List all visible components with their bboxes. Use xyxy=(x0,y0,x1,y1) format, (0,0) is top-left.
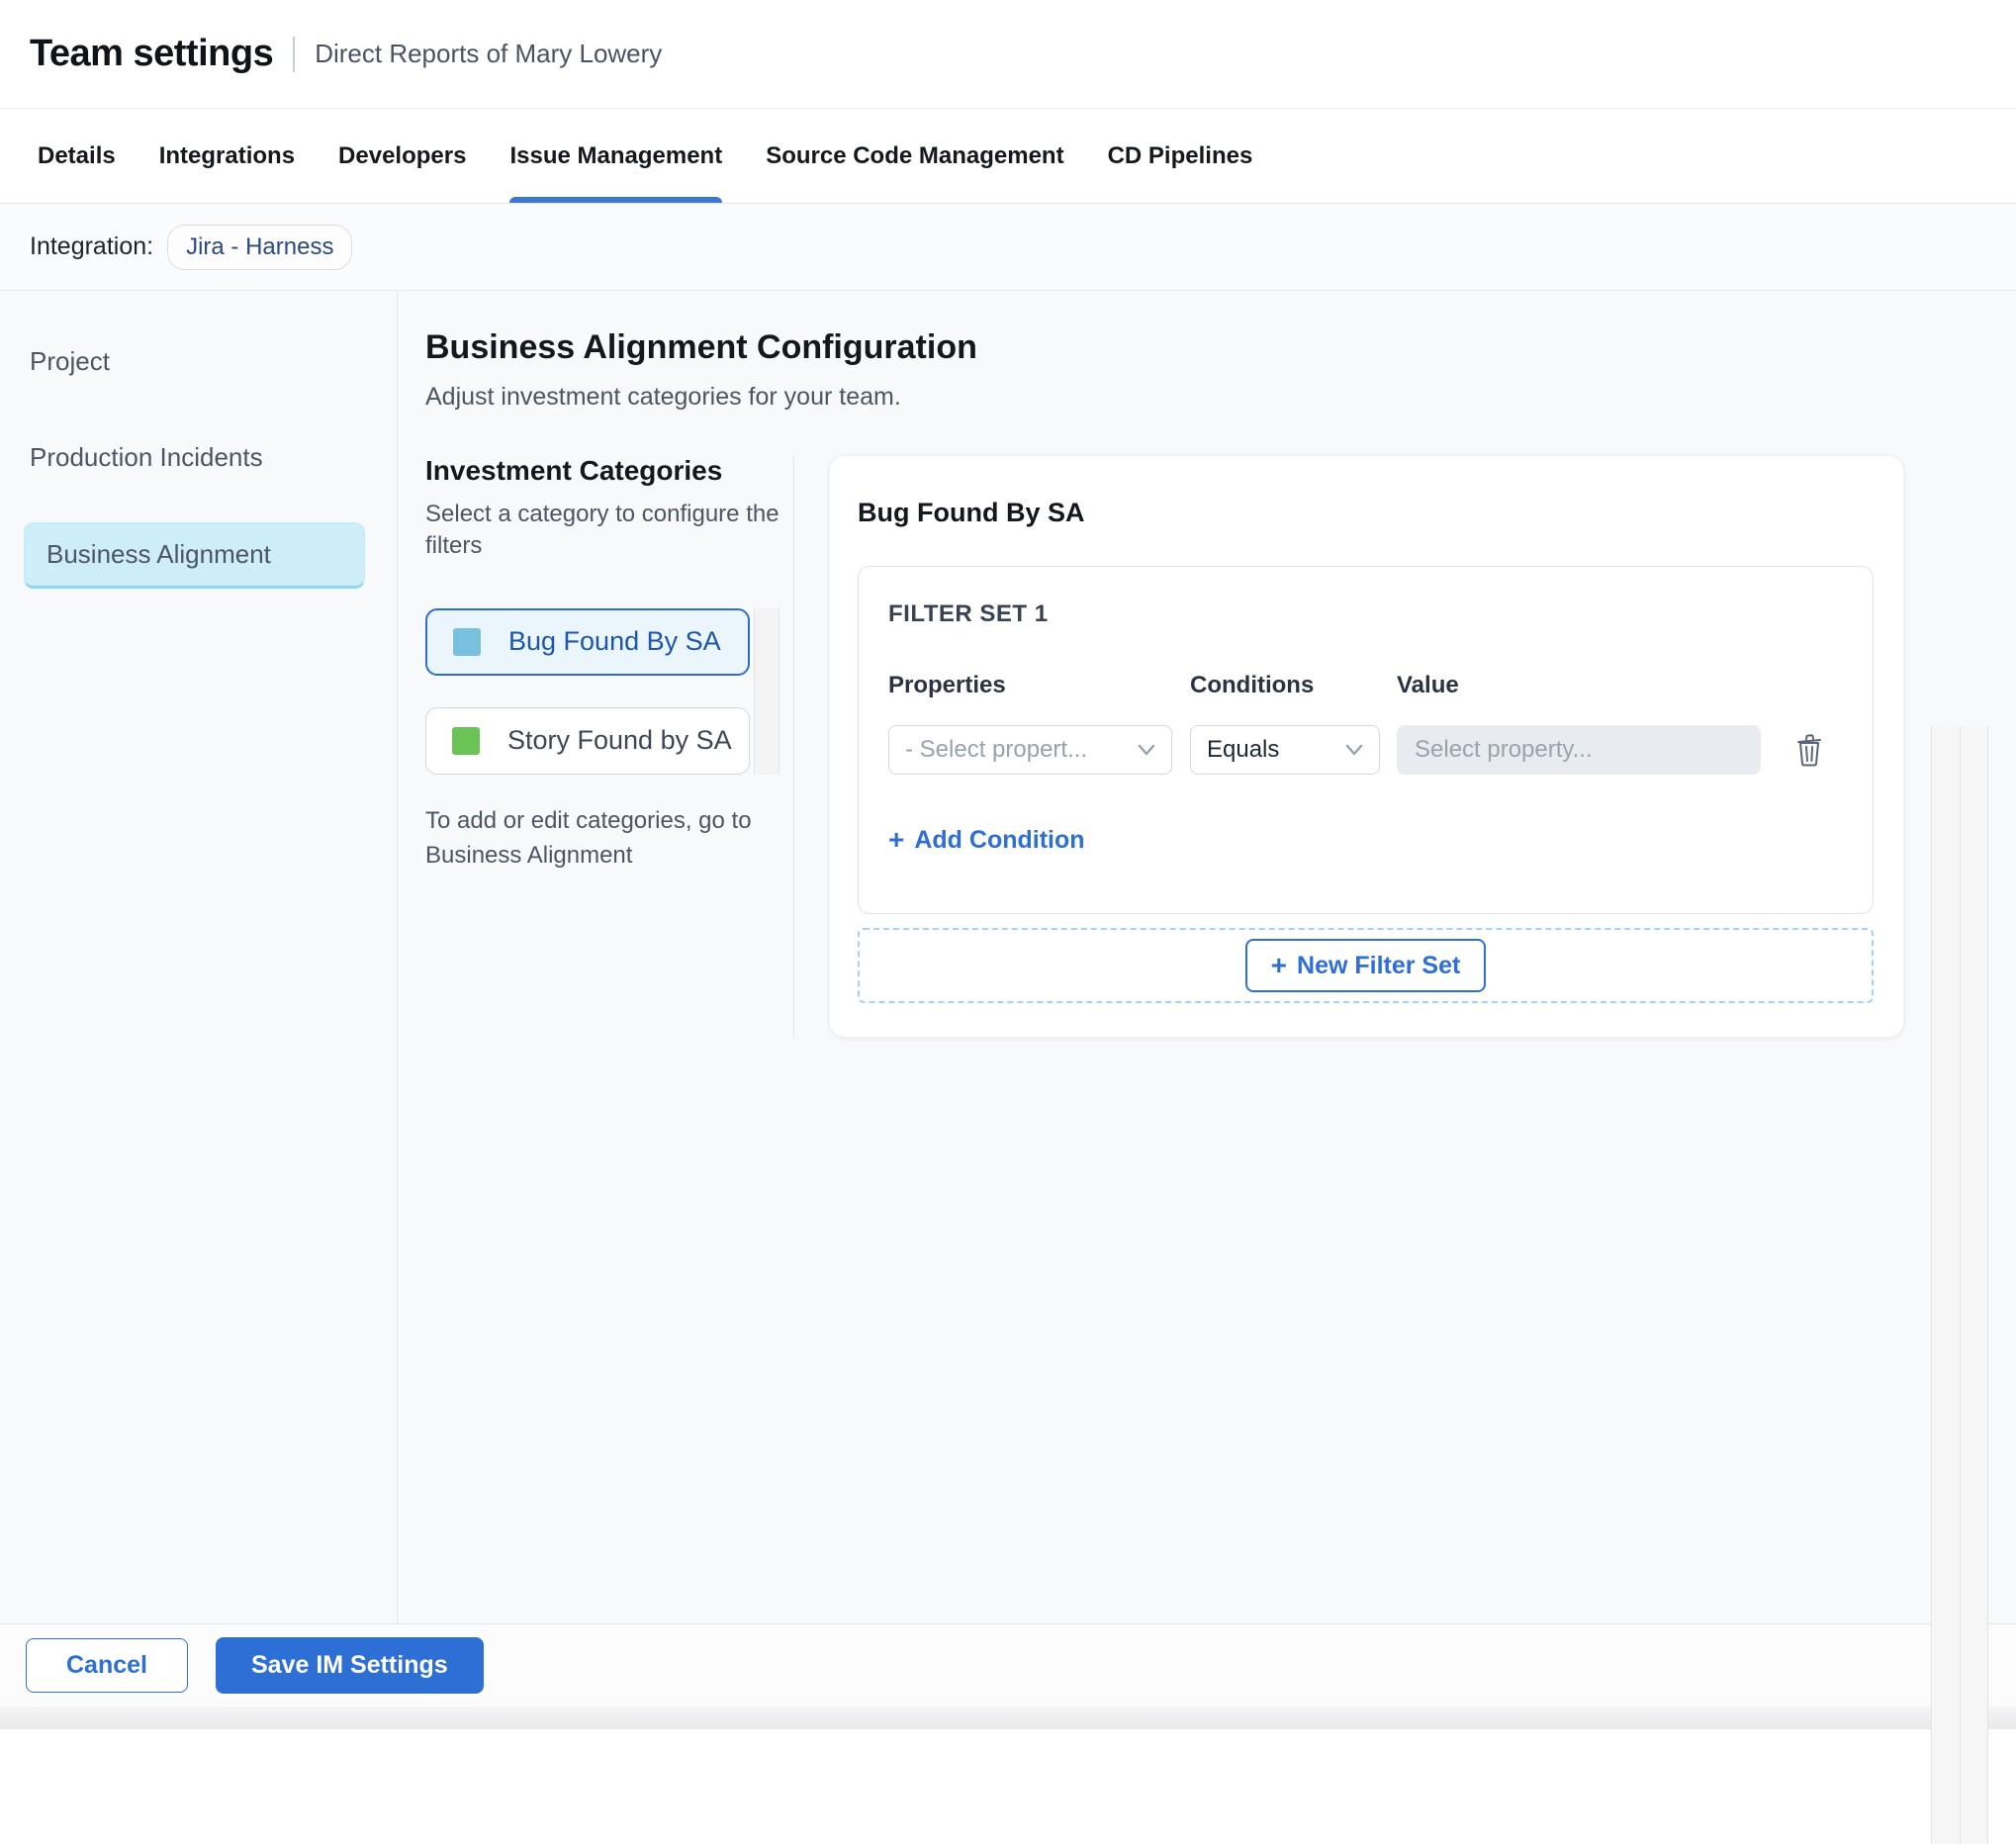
title-divider xyxy=(293,36,296,72)
tab-developers[interactable]: Developers xyxy=(338,109,466,203)
tab-details[interactable]: Details xyxy=(38,109,116,203)
sidebar-item-project[interactable]: Project xyxy=(0,330,367,393)
filter-set-1: FILTER SET 1 Properties Conditions Value… xyxy=(858,566,1874,914)
category-color-swatch-story xyxy=(452,726,480,755)
property-select-placeholder: - Select propert... xyxy=(905,736,1088,763)
bottom-edge-strip xyxy=(0,1706,2016,1729)
page-subtitle: Direct Reports of Mary Lowery xyxy=(315,39,663,68)
tab-cd-pipelines[interactable]: CD Pipelines xyxy=(1108,109,1253,203)
category-list-scrollbar[interactable] xyxy=(754,607,779,775)
save-im-settings-button[interactable]: Save IM Settings xyxy=(215,1637,484,1694)
page-header: Team settings Direct Reports of Mary Low… xyxy=(0,0,2016,109)
integration-row: Integration: Jira - Harness xyxy=(0,204,2016,291)
sidebar-item-business-alignment[interactable]: Business Alignment xyxy=(24,522,365,589)
delete-condition-button[interactable] xyxy=(1794,733,1824,767)
integration-chip[interactable]: Jira - Harness xyxy=(167,224,353,270)
tab-integrations[interactable]: Integrations xyxy=(159,109,295,203)
tab-issue-management[interactable]: Issue Management xyxy=(509,109,722,203)
filter-panel-column: Bug Found By SA FILTER SET 1 Properties … xyxy=(794,455,1904,1038)
settings-tabbar: Details Integrations Developers Issue Ma… xyxy=(0,109,2016,204)
value-input[interactable] xyxy=(1397,725,1761,775)
settings-sidebar: Project Production Incidents Business Al… xyxy=(0,291,398,1623)
category-bug-found-by-sa[interactable]: Bug Found By SA xyxy=(425,607,750,676)
sidebar-item-production-incidents[interactable]: Production Incidents xyxy=(0,426,367,489)
cancel-button[interactable]: Cancel xyxy=(26,1638,188,1693)
chevron-down-icon xyxy=(1138,744,1155,756)
content-area: Project Production Incidents Business Al… xyxy=(0,291,2016,1844)
filter-card: Bug Found By SA FILTER SET 1 Properties … xyxy=(829,455,1904,1038)
add-condition-button[interactable]: + Add Condition xyxy=(888,824,1085,856)
section-title: Business Alignment Configuration xyxy=(425,328,977,366)
investment-categories-title: Investment Categories xyxy=(425,455,723,486)
properties-column-label: Properties xyxy=(888,672,1006,698)
integration-label: Integration: xyxy=(30,232,154,260)
category-story-found-by-sa[interactable]: Story Found by SA xyxy=(425,706,750,775)
category-footnote: To add or edit categories, go to Busines… xyxy=(425,806,752,869)
page-title: Team settings xyxy=(30,33,274,74)
new-filter-set-dropzone: + New Filter Set xyxy=(858,928,1874,1003)
main-panel: Business Alignment Configuration Adjust … xyxy=(398,291,2016,1623)
conditions-column-label: Conditions xyxy=(1190,672,1315,698)
new-filter-set-button[interactable]: + New Filter Set xyxy=(1244,939,1487,992)
condition-select-value: Equals xyxy=(1207,736,1280,763)
category-label: Bug Found By SA xyxy=(508,626,721,657)
right-scrollbar-gutters xyxy=(1931,726,1988,1844)
plus-icon: + xyxy=(1270,950,1288,980)
category-color-swatch-bug xyxy=(453,627,481,656)
category-list: Bug Found By SA Story Found by SA xyxy=(425,607,779,775)
filter-column-headers: Properties Conditions Value xyxy=(888,672,1843,699)
filter-card-title: Bug Found By SA xyxy=(858,498,1085,527)
filter-set-title: FILTER SET 1 xyxy=(888,600,1049,627)
add-condition-label: Add Condition xyxy=(914,825,1085,854)
value-column-label: Value xyxy=(1397,672,1459,698)
section-subtitle: Adjust investment categories for your te… xyxy=(425,383,901,411)
tab-source-code-management[interactable]: Source Code Management xyxy=(766,109,1063,203)
investment-categories-column: Investment Categories Select a category … xyxy=(425,455,794,1038)
vertical-scrollbar[interactable] xyxy=(1959,726,1988,1844)
chevron-down-icon xyxy=(1345,744,1363,756)
trash-icon xyxy=(1797,734,1821,767)
new-filter-set-label: New Filter Set xyxy=(1297,951,1461,979)
investment-categories-hint: Select a category to configure the filte… xyxy=(425,501,779,560)
property-select[interactable]: - Select propert... xyxy=(888,725,1172,775)
footer-bar: Cancel Save IM Settings xyxy=(0,1623,2016,1706)
condition-select[interactable]: Equals xyxy=(1190,725,1380,775)
plus-icon: + xyxy=(888,824,905,855)
condition-row: - Select propert... Equals xyxy=(888,725,1843,775)
category-label: Story Found by SA xyxy=(507,725,732,756)
vertical-scrollbar[interactable] xyxy=(1931,726,1960,1844)
